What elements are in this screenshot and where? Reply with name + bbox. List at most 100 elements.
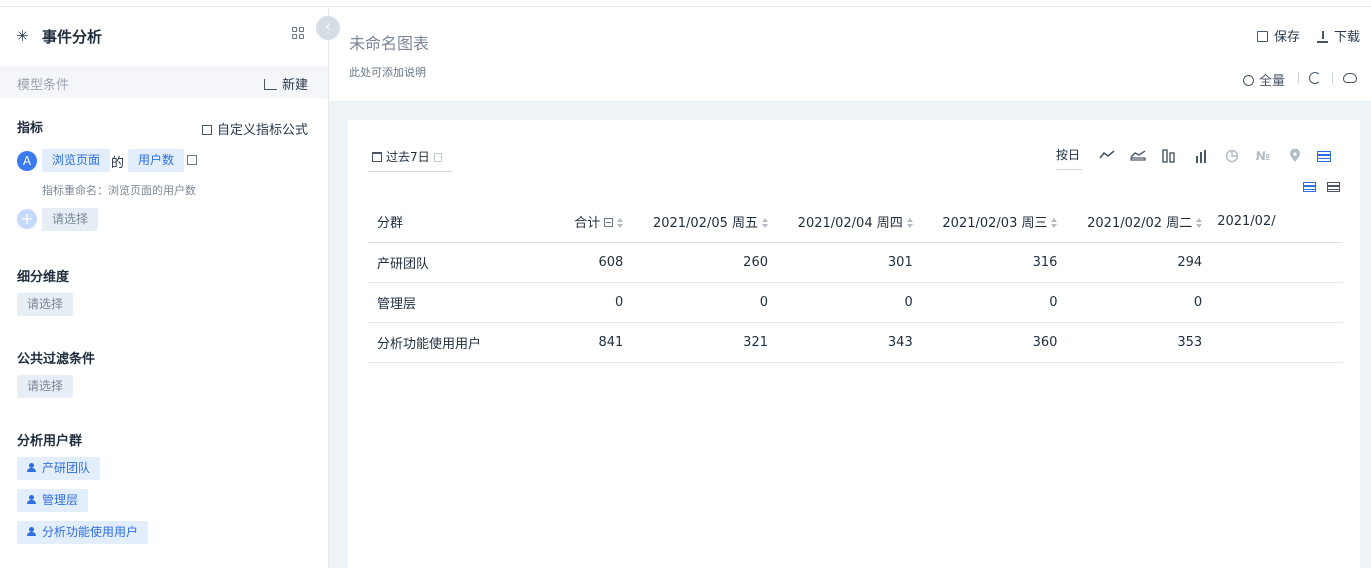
data-table-wrapper: 分群 合计 2021/02/05 周五 2021/02/04 周四 2021/0…: [368, 202, 1342, 382]
spark-logo-icon: ✳: [16, 27, 29, 45]
metrics-title: 指标: [17, 121, 44, 136]
metric-connector: 的: [111, 156, 125, 171]
chart-description[interactable]: 此处可添加说明: [349, 64, 426, 80]
measure-select[interactable]: 用户数: [128, 149, 185, 172]
formula-icon: [202, 125, 212, 135]
column-header[interactable]: 2021/02/04 周四: [775, 202, 920, 243]
custom-formula-button[interactable]: 自定义指标公式: [202, 119, 308, 138]
pivot-table-icon[interactable]: [1327, 182, 1340, 192]
column-header[interactable]: 2021/02/03 周三: [919, 202, 1065, 243]
user-group-icon: [27, 527, 38, 536]
value-cell: 0: [1064, 282, 1210, 323]
collapse-sidebar-icon[interactable]: ‹: [316, 16, 340, 40]
top-border: [0, 0, 1371, 7]
column-header-label: 2021/02/04 周四: [797, 216, 903, 232]
table-icon[interactable]: [1317, 151, 1331, 162]
date-range-picker[interactable]: 过去7日: [368, 146, 452, 172]
table-row: 分析功能使用用户 841 321 343 360 353: [368, 322, 1342, 363]
search-full-label: 全量: [1259, 74, 1286, 89]
value-cell: 0: [630, 282, 775, 323]
table-view-icon[interactable]: [1303, 182, 1316, 192]
sort-icon[interactable]: [762, 218, 768, 229]
new-button-label: 新建: [282, 78, 309, 93]
column-header[interactable]: 2021/02/: [1209, 202, 1342, 243]
column-header-label: 2021/02/02 周二: [1087, 216, 1193, 232]
download-button[interactable]: 下载: [1317, 26, 1360, 45]
bar-chart-icon[interactable]: [1193, 149, 1209, 163]
sort-icon[interactable]: [1051, 218, 1058, 229]
save-button[interactable]: 保存: [1257, 26, 1300, 45]
download-icon: [1317, 31, 1328, 43]
granularity-select[interactable]: 按日: [1056, 146, 1082, 170]
filter-select[interactable]: 请选择: [17, 375, 74, 398]
collapse-icon[interactable]: [604, 218, 614, 228]
value-cell: 608: [502, 242, 631, 283]
column-header-label: 2021/02/05 周五: [652, 216, 758, 232]
value-cell: 0: [502, 282, 631, 323]
number-icon[interactable]: №: [1254, 149, 1272, 163]
metric-rename[interactable]: 指标重命名：浏览页面的用户数: [42, 182, 196, 198]
user-group-tag[interactable]: 分析功能使用用户: [17, 521, 149, 544]
save-label: 保存: [1274, 30, 1301, 45]
chart-header: 未命名图表 此处可添加说明 保存 下载 全量: [329, 7, 1371, 101]
value-cell: 841: [502, 322, 631, 363]
column-header-label: 2021/02/03 周三: [942, 216, 1048, 232]
group-cell: 产研团队: [368, 242, 503, 283]
date-range-label: 过去7日: [386, 150, 430, 164]
sort-icon[interactable]: [1196, 218, 1203, 229]
column-header[interactable]: 合计: [502, 202, 631, 243]
chart-title[interactable]: 未命名图表: [349, 30, 429, 54]
value-cell: 343: [775, 322, 920, 363]
calendar-icon: [372, 152, 382, 162]
search-full-button[interactable]: 全量: [1243, 70, 1285, 89]
divider: [1298, 72, 1299, 84]
area-chart-icon[interactable]: [1130, 149, 1146, 163]
table-row: 管理层 0 0 0 0 0: [368, 282, 1342, 323]
column-header[interactable]: 2021/02/05 周五: [630, 202, 775, 243]
group-cell: 分析功能使用用户: [368, 322, 503, 363]
value-cell: 0: [775, 282, 920, 323]
value-cell: 260: [630, 242, 775, 283]
cloud-icon[interactable]: [1343, 73, 1357, 83]
value-cell: 301: [775, 242, 920, 283]
add-metric-select[interactable]: 请选择: [42, 208, 99, 231]
sidebar: ✳ 事件分析 模型条件 新建 指标 自定义指标公式 A 浏览页面 的 用户数 指…: [0, 7, 329, 568]
event-select[interactable]: 浏览页面: [42, 149, 111, 172]
new-button[interactable]: 新建: [264, 74, 308, 93]
save-icon: [1257, 31, 1268, 42]
user-groups-title: 分析用户群: [17, 434, 83, 449]
user-group-label: 管理层: [42, 493, 79, 507]
value-cell: 0: [919, 282, 1065, 323]
value-cell: 321: [630, 322, 775, 363]
pie-chart-icon[interactable]: [1224, 149, 1240, 163]
breakdown-title: 细分维度: [17, 270, 70, 285]
user-group-tag[interactable]: 产研团队: [17, 457, 101, 480]
model-conditions-label: 模型条件: [17, 78, 70, 93]
user-group-icon: [27, 495, 38, 504]
metric-letter-badge: A: [17, 151, 37, 171]
table-header-row: 分群 合计 2021/02/05 周五 2021/02/04 周四 2021/0…: [368, 202, 1342, 243]
model-conditions-bar: 模型条件 新建: [0, 66, 328, 98]
value-cell: [1209, 242, 1342, 283]
chart-card: 过去7日 按日 № 分群 合计 2021/02/05 周五 2021/02/04…: [348, 120, 1360, 568]
column-header[interactable]: 2021/02/02 周二: [1064, 202, 1210, 243]
search-icon: [1243, 75, 1254, 86]
edit-icon[interactable]: [187, 155, 197, 165]
line-chart-icon[interactable]: [1099, 149, 1115, 163]
sort-icon[interactable]: [906, 218, 913, 229]
page-title: 事件分析: [42, 28, 103, 46]
grid-icon[interactable]: [292, 27, 306, 41]
date-compare-icon: [433, 153, 442, 162]
user-group-label: 分析功能使用用户: [42, 525, 139, 539]
map-pin-icon[interactable]: [1287, 148, 1303, 163]
column-header-label: 合计: [574, 216, 601, 232]
value-cell: 353: [1064, 322, 1210, 363]
funnel-icon[interactable]: [1161, 149, 1177, 163]
breakdown-select[interactable]: 请选择: [17, 293, 74, 316]
new-chart-icon: [264, 79, 277, 90]
refresh-icon[interactable]: [1309, 72, 1321, 84]
value-cell: 360: [919, 322, 1065, 363]
sort-icon[interactable]: [617, 218, 624, 229]
user-group-tag[interactable]: 管理层: [17, 489, 89, 512]
add-metric-icon[interactable]: +: [17, 209, 37, 229]
